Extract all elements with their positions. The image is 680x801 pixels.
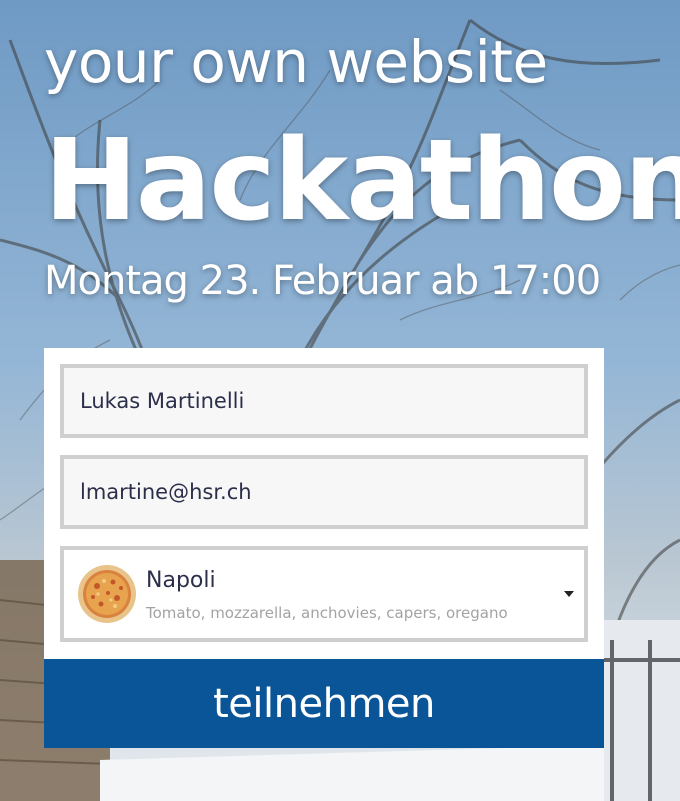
event-subtitle: your own website <box>44 28 548 96</box>
registration-form: Napoli Tomato, mozzarella, anchovies, ca… <box>44 348 604 748</box>
pizza-select[interactable]: Napoli Tomato, mozzarella, anchovies, ca… <box>60 546 588 642</box>
name-input[interactable] <box>64 368 584 434</box>
email-input[interactable] <box>64 459 584 525</box>
chevron-down-icon <box>564 591 574 597</box>
submit-button[interactable]: teilnehmen <box>44 659 604 748</box>
name-field <box>60 364 588 438</box>
event-date: Montag 23. Februar ab 17:00 <box>44 258 601 304</box>
pizza-name: Napoli <box>146 568 216 593</box>
page-stage: your own website Hackathon Montag 23. Fe… <box>0 0 680 801</box>
pizza-description: Tomato, mozzarella, anchovies, capers, o… <box>146 604 508 622</box>
event-title: Hackathon <box>44 116 680 246</box>
pizza-icon <box>78 565 136 623</box>
email-field <box>60 455 588 529</box>
